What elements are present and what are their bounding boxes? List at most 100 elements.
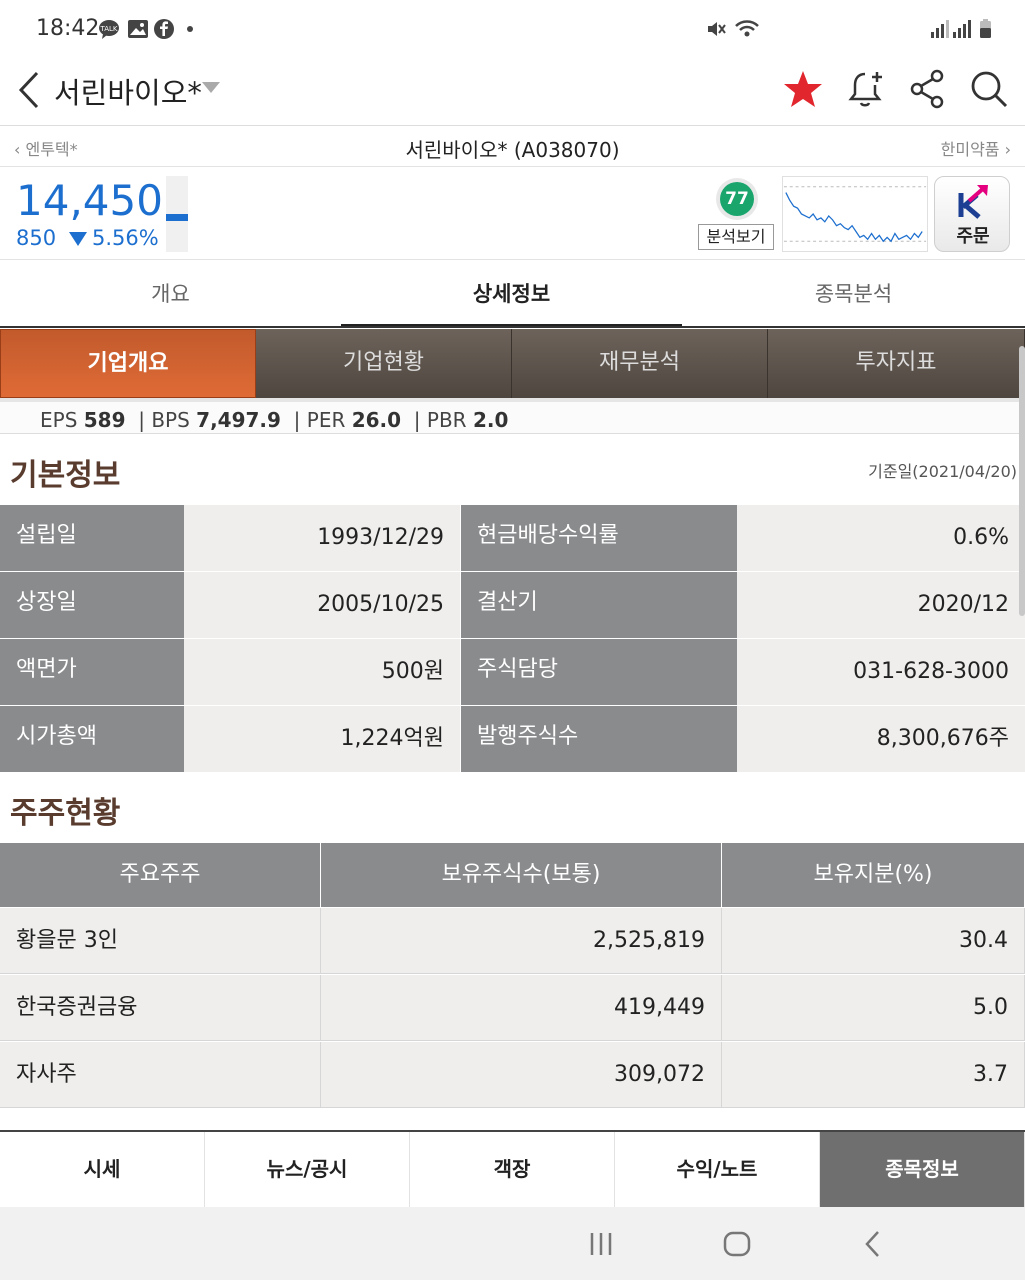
table-row: 설립일 1993/12/29 현금배당수익률 0.6% (0, 505, 1025, 572)
svg-text:TALK: TALK (99, 25, 117, 33)
info-value: 2020/12 (737, 572, 1025, 638)
info-label: 현금배당수익률 (461, 505, 737, 571)
intraday-range-bar (166, 176, 188, 252)
current-stock-code: 서린바이오* (A038070) (405, 138, 620, 162)
info-label: 설립일 (0, 505, 184, 571)
info-label: 시가총액 (0, 706, 184, 772)
nav-profit-note[interactable]: 수익/노트 (615, 1132, 820, 1207)
info-label: 상장일 (0, 572, 184, 638)
stock-navigator: ‹ 엔투텍* 서린바이오* (A038070) 한미약품 › (0, 127, 1025, 167)
signal-icon (931, 20, 949, 38)
valuation-indicators: EPS 589 | BPS 7,497.9 | PER 26.0 | PBR 2… (0, 398, 1025, 434)
shareholder-pct: 30.4 (722, 908, 1025, 974)
share-icon[interactable] (906, 68, 948, 110)
tab-overview[interactable]: 개요 (0, 261, 341, 327)
column-header: 주요주주 (0, 843, 321, 907)
status-time: 18:42 (36, 16, 100, 41)
basic-info-table: 설립일 1993/12/29 현금배당수익률 0.6% 상장일 2005/10/… (0, 505, 1025, 773)
analysis-button[interactable]: 분석보기 (698, 224, 774, 250)
nav-quote[interactable]: 시세 (0, 1132, 205, 1207)
shareholder-pct: 3.7 (722, 1042, 1025, 1108)
pbr-label: PBR (426, 408, 467, 432)
column-header: 보유주식수(보통) (321, 843, 722, 907)
table-row: 액면가 500원 주식담당 031-628-3000 (0, 639, 1025, 706)
shareholder-name: 한국증권금융 (0, 975, 321, 1041)
info-value: 500원 (184, 639, 460, 705)
mute-icon (708, 22, 726, 36)
shareholder-shares: 2,525,819 (321, 908, 722, 974)
shareholders-table: 주요주주 보유주식수(보통) 보유지분(%) 황을문 3인 2,525,819 … (0, 843, 1025, 1108)
per-label: PER (306, 408, 346, 432)
kakaotalk-icon: TALK (99, 20, 119, 39)
alarm-add-icon[interactable] (846, 68, 888, 110)
segment-financial-analysis[interactable]: 재무분석 (512, 329, 768, 398)
search-icon[interactable] (968, 68, 1010, 110)
info-value: 0.6% (737, 505, 1025, 571)
dot-icon (187, 26, 193, 32)
app-bar: 서린바이오* (0, 56, 1025, 126)
shareholder-name: 황을문 3인 (0, 908, 321, 974)
scrollbar[interactable] (1019, 346, 1025, 616)
recents-icon[interactable] (586, 1229, 616, 1259)
info-label: 발행주식수 (461, 706, 737, 772)
eps-value: 589 (83, 408, 126, 432)
back-nav-icon[interactable] (858, 1229, 888, 1259)
basic-info-title: 기본정보 (10, 458, 121, 493)
next-stock-link[interactable]: 한미약품 › (941, 136, 1011, 160)
current-price: 14,450 (16, 176, 163, 225)
gallery-icon (128, 20, 148, 38)
system-navigation (0, 1207, 1025, 1280)
down-arrow-icon (69, 232, 87, 246)
price-sparkline[interactable] (782, 176, 928, 252)
tab-details[interactable]: 상세정보 (341, 261, 682, 327)
nav-lounge[interactable]: 객장 (410, 1132, 615, 1207)
stock-title[interactable]: 서린바이오* (54, 70, 202, 112)
column-header: 보유지분(%) (722, 843, 1025, 907)
info-value: 1,224억원 (184, 706, 460, 772)
bottom-navigation: 시세 뉴스/공시 객장 수익/노트 종목정보 (0, 1130, 1025, 1207)
segment-investment-indicators[interactable]: 투자지표 (768, 329, 1025, 398)
facebook-icon (154, 19, 174, 39)
k-order-logo-icon (958, 185, 988, 219)
bps-label: BPS (151, 408, 190, 432)
tabs-divider (0, 326, 1025, 328)
info-label: 주식담당 (461, 639, 737, 705)
order-button-label: 주문 (956, 226, 990, 247)
score-value: 77 (720, 182, 754, 216)
main-tabs: 개요 상세정보 종목분석 (0, 261, 1025, 327)
nav-news[interactable]: 뉴스/공시 (205, 1132, 410, 1207)
order-button[interactable]: 주문 (934, 176, 1010, 252)
shareholders-title: 주주현황 (10, 796, 121, 831)
battery-icon (980, 19, 991, 38)
shareholder-shares: 309,072 (321, 1042, 722, 1108)
next-stock-label: 한미약품 (940, 140, 1000, 159)
table-row: 상장일 2005/10/25 결산기 2020/12 (0, 572, 1025, 639)
tab-analysis[interactable]: 종목분석 (683, 261, 1024, 327)
info-label: 액면가 (0, 639, 184, 705)
analysis-score[interactable]: 77 (716, 178, 758, 220)
eps-label: EPS (40, 408, 78, 432)
info-label: 결산기 (461, 572, 737, 638)
shareholder-shares: 419,449 (321, 975, 722, 1041)
info-value: 8,300,676주 (737, 706, 1025, 772)
home-icon[interactable] (722, 1229, 752, 1259)
nav-stock-info[interactable]: 종목정보 (820, 1132, 1025, 1207)
back-icon[interactable] (16, 70, 42, 110)
status-bar: 18:42 TALK (0, 0, 1025, 56)
signal-icon (953, 20, 971, 38)
quote-panel: 14,450 850 5.56% 77 분석보기 주문 (0, 168, 1025, 260)
base-date: 기준일(2021/04/20) (868, 462, 1017, 481)
change-percent: 5.56% (92, 226, 159, 250)
per-value: 26.0 (351, 408, 402, 432)
price-change: 850 (16, 226, 57, 250)
info-value: 2005/10/25 (184, 572, 460, 638)
segment-company-status[interactable]: 기업현황 (256, 329, 512, 398)
shareholder-pct: 5.0 (722, 975, 1025, 1041)
chevron-down-icon[interactable] (202, 82, 220, 93)
table-row: 시가총액 1,224억원 발행주식수 8,300,676주 (0, 706, 1025, 773)
star-icon[interactable] (782, 68, 824, 110)
info-value: 031-628-3000 (737, 639, 1025, 705)
info-value: 1993/12/29 (184, 505, 460, 571)
segment-company-overview[interactable]: 기업개요 (0, 329, 256, 398)
bps-value: 7,497.9 (196, 408, 281, 432)
